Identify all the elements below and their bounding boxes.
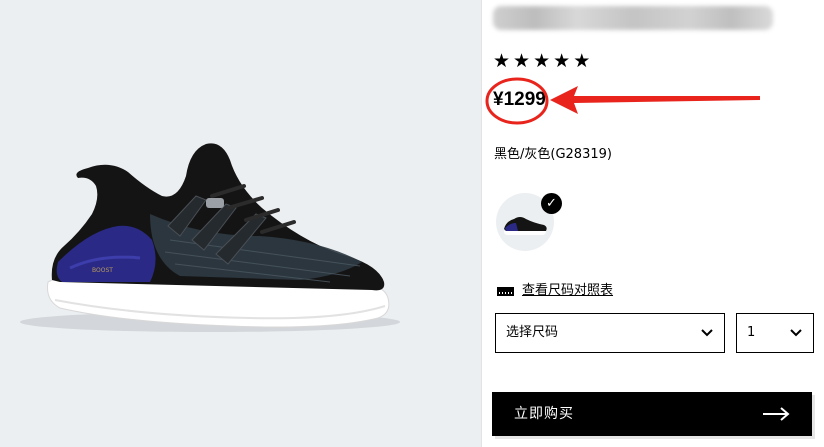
star-icon: ★ — [573, 50, 591, 72]
check-icon: ✓ — [541, 193, 562, 214]
chevron-down-icon — [790, 329, 802, 337]
arrow-right-icon — [763, 407, 790, 421]
chevron-down-icon — [701, 329, 713, 337]
product-price: ¥1299 — [493, 89, 546, 110]
product-image: BOOST — [0, 0, 481, 447]
blurred-product-title — [493, 6, 773, 30]
star-icon: ★ — [533, 50, 551, 72]
size-chart-link[interactable]: 查看尺码对照表 — [522, 282, 613, 300]
star-icon: ★ — [493, 50, 511, 72]
quantity-select-value: 1 — [747, 325, 756, 340]
ruler-icon — [497, 286, 514, 296]
panel-divider — [481, 0, 482, 447]
svg-text:BOOST: BOOST — [92, 267, 113, 274]
sneaker-illustration: BOOST — [20, 143, 400, 332]
size-select[interactable]: 选择尺码 — [495, 313, 725, 353]
star-icon: ★ — [513, 50, 531, 72]
rating-stars: ★ ★ ★ ★ ★ — [493, 50, 590, 72]
size-chart[interactable]: 查看尺码对照表 — [497, 282, 613, 300]
quantity-select[interactable]: 1 — [736, 313, 814, 353]
star-icon: ★ — [553, 50, 571, 72]
buy-now-button[interactable]: 立即购买 — [492, 392, 812, 436]
color-name: 黑色/灰色(G28319) — [494, 147, 612, 162]
annotation-arrow-icon — [550, 86, 760, 114]
size-select-value: 选择尺码 — [506, 325, 559, 340]
buy-now-label: 立即购买 — [514, 406, 574, 422]
